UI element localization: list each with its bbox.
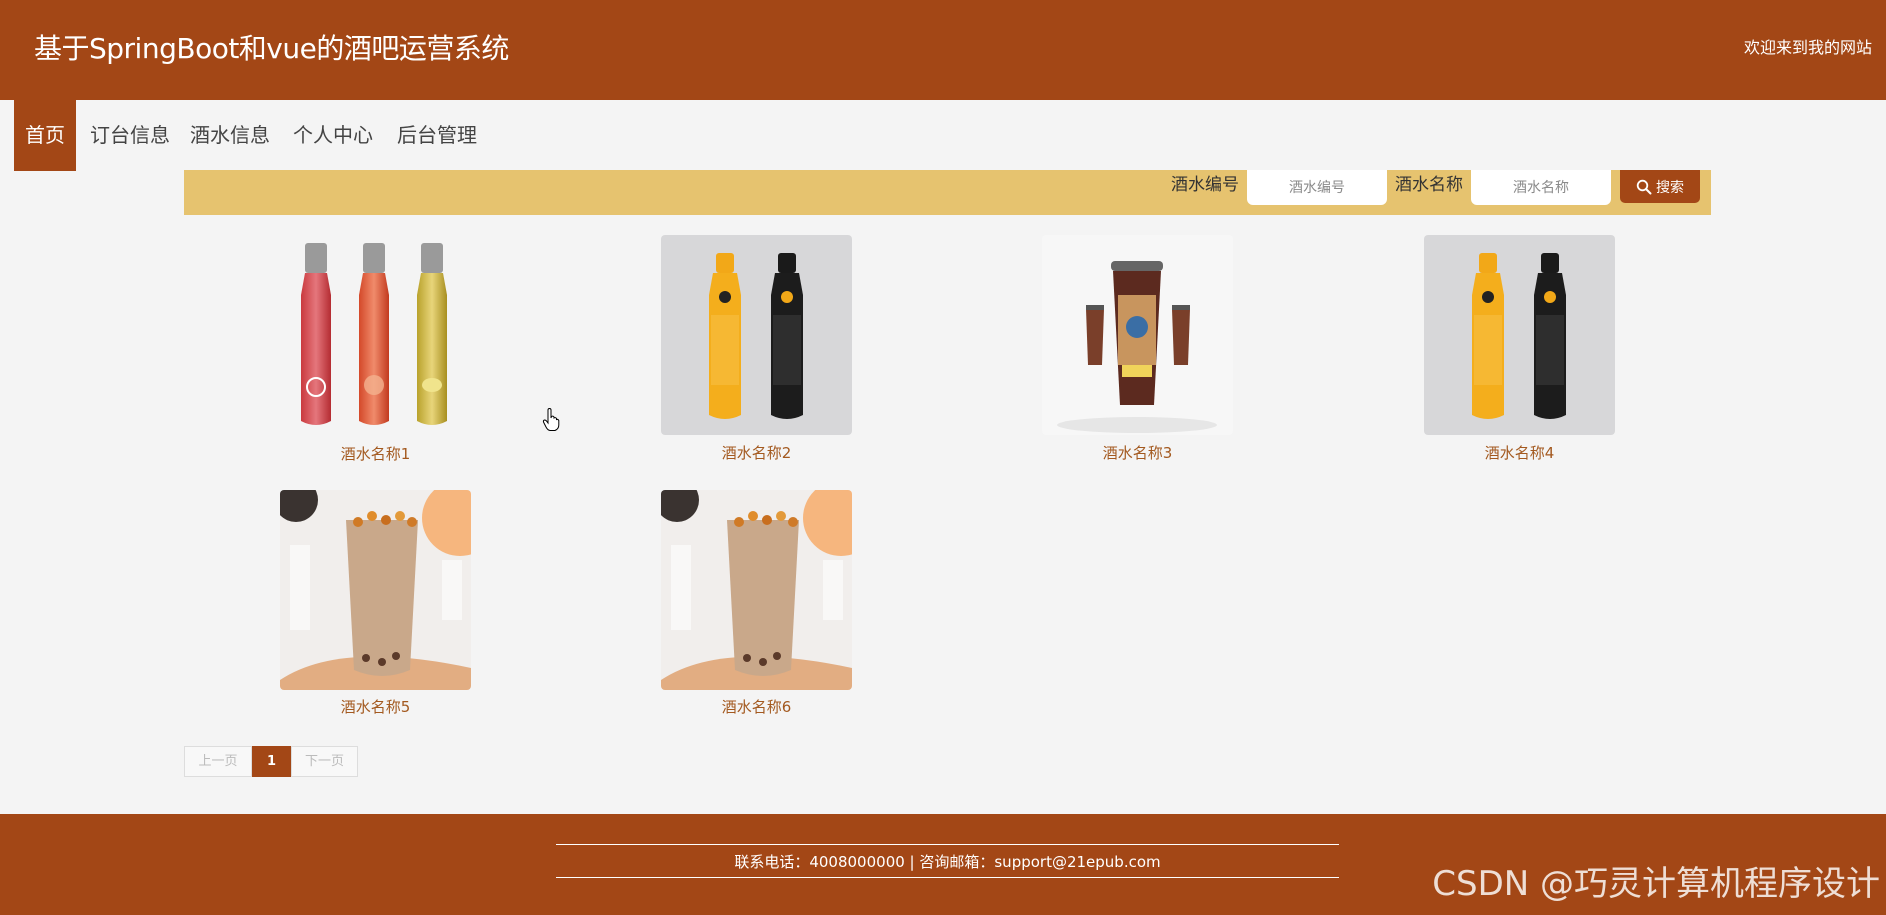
product-image-2: [661, 235, 852, 435]
product-card-4[interactable]: 酒水名称4: [1424, 235, 1615, 462]
nav-admin[interactable]: 后台管理: [395, 100, 479, 171]
product-image-3: [1042, 235, 1233, 435]
product-name-2[interactable]: 酒水名称2: [661, 442, 852, 463]
footer-contact: 联系电话：4008000000 | 咨询邮箱：support@21epub.co…: [734, 853, 1161, 871]
footer: 联系电话：4008000000 | 咨询邮箱：support@21epub.co…: [0, 814, 1886, 915]
product-name-4[interactable]: 酒水名称4: [1424, 442, 1615, 463]
nav-home[interactable]: 首页: [14, 100, 76, 171]
next-page-button[interactable]: 下一页: [291, 746, 358, 777]
product-image-5: [280, 490, 471, 690]
product-name-1[interactable]: 酒水名称1: [280, 443, 471, 464]
product-card-1[interactable]: 酒水名称1: [280, 235, 471, 463]
footer-divider-top: [556, 844, 1339, 845]
product-card-6[interactable]: 酒水名称6: [661, 490, 852, 716]
hand-cursor-icon: [542, 408, 560, 431]
top-header: 基于SpringBoot和vue的酒吧运营系统 欢迎来到我的网站: [0, 0, 1886, 100]
csdn-watermark: CSDN @巧灵计算机程序设计: [1432, 864, 1880, 904]
product-name-3[interactable]: 酒水名称3: [1042, 442, 1233, 463]
drink-number-label: 酒水编号: [1171, 175, 1239, 195]
product-name-6[interactable]: 酒水名称6: [661, 696, 852, 717]
drink-name-label: 酒水名称: [1395, 175, 1463, 195]
prev-page-button[interactable]: 上一页: [184, 746, 252, 777]
search-icon: [1636, 179, 1652, 194]
pagination: 上一页 1 下一页: [184, 746, 358, 777]
product-name-5[interactable]: 酒水名称5: [280, 696, 471, 717]
page-1-button[interactable]: 1: [252, 746, 291, 777]
drink-name-input[interactable]: [1471, 170, 1611, 205]
product-image-1: [280, 235, 471, 435]
nav-profile[interactable]: 个人中心: [291, 100, 375, 171]
nav-drinks[interactable]: 酒水信息: [188, 100, 272, 171]
product-image-4: [1424, 235, 1615, 435]
product-card-5[interactable]: 酒水名称5: [280, 490, 471, 716]
nav-booking[interactable]: 订台信息: [88, 100, 172, 171]
product-card-2[interactable]: 酒水名称2: [661, 235, 852, 462]
search-bar: 酒水编号 酒水名称: [184, 170, 1711, 215]
welcome-text: 欢迎来到我的网站: [1743, 38, 1872, 57]
drink-number-input[interactable]: [1247, 170, 1387, 205]
site-title: 基于SpringBoot和vue的酒吧运营系统: [34, 32, 509, 65]
product-image-6: [661, 490, 852, 690]
search-button-label: 搜索: [1656, 179, 1684, 196]
main-nav: 首页 订台信息 酒水信息 个人中心 后台管理: [0, 100, 1886, 171]
footer-divider-bottom: [556, 877, 1339, 878]
search-button[interactable]: 搜索: [1620, 170, 1700, 203]
product-card-3[interactable]: 酒水名称3: [1042, 235, 1233, 462]
